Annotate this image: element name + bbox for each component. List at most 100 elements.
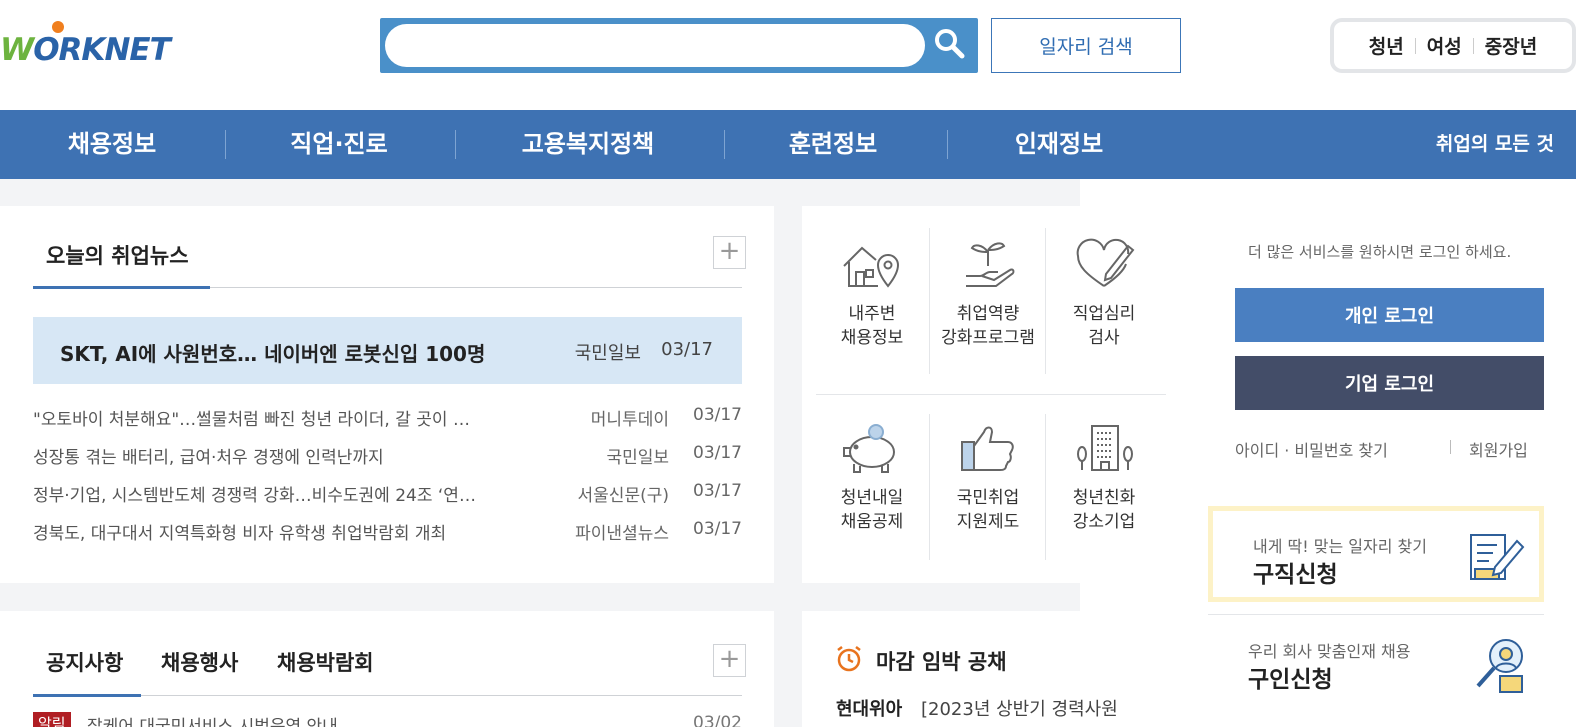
nav-divider xyxy=(225,130,226,159)
notice-panel: 공지사항 채용행사 채용박람회 + 알림 잡케어 대국민서비스 시범운영 안내 … xyxy=(0,611,774,727)
service-vocational-test[interactable]: 직업심리검사 xyxy=(1046,236,1162,350)
sprout-hand-icon xyxy=(966,242,1015,287)
notice-badge: 알림 xyxy=(33,712,71,727)
service-national-employment-support[interactable]: 국민취업 지원제도 xyxy=(930,420,1046,534)
news-item-date: 03/17 xyxy=(693,481,742,501)
news-item-date: 03/17 xyxy=(693,519,742,539)
service-label: 채용정보 xyxy=(840,328,904,348)
news-item-title: 성장통 겪는 배터리, 급여·처우 경쟁에 인력난까지 xyxy=(33,448,384,468)
nav-item-training[interactable]: 훈련정보 xyxy=(789,110,877,179)
deadline-title: 마감 임박 공채 xyxy=(876,650,1007,674)
logo-text: WORKNET xyxy=(0,32,171,68)
card-title: 구인신청 xyxy=(1248,667,1333,693)
search-box xyxy=(380,18,978,73)
headline-source: 국민일보 xyxy=(574,343,641,364)
deadline-job-title[interactable]: [2023년 상반기 경력사원 xyxy=(921,695,1118,721)
news-panel: 오늘의 취업뉴스 + SKT, AI에 사원번호… 네이버엔 로봇신입 100명… xyxy=(0,206,774,583)
notice-item[interactable]: 알림 잡케어 대국민서비스 시범운영 안내 03/02 xyxy=(33,712,742,727)
company-login-button[interactable]: 기업 로그인 xyxy=(1235,356,1544,410)
service-label: 취업역량 xyxy=(956,304,1020,324)
login-prompt: 더 많은 서비스를 원하시면 로그인 하세요. xyxy=(1248,243,1512,261)
news-item-title: 정부·기업, 시스템반도체 경쟁력 강화…비수도권에 24조 ‘연… xyxy=(33,486,476,506)
divider xyxy=(816,394,1166,395)
notice-more-button[interactable]: + xyxy=(713,644,746,677)
service-label: 강화프로그램 xyxy=(941,328,1035,348)
quick-service-panel: 내주변채용정보 취업역량강화프로그램 직업심리검사 청년내일채움공제 국민취업 지… xyxy=(802,206,1166,583)
news-item-date: 03/17 xyxy=(693,443,742,463)
document-pen-icon xyxy=(1470,534,1525,580)
service-label: 청년친화 xyxy=(1072,488,1136,508)
news-item-title: "오토바이 처분해요"…썰물처럼 빠진 청년 라이더, 갈 곳이 … xyxy=(33,410,470,430)
employer-application-card[interactable]: 우리 회사 맞춤인재 채용 구인신청 xyxy=(1208,616,1544,712)
news-item[interactable]: 정부·기업, 시스템반도체 경쟁력 강화…비수도권에 24조 ‘연… 서울신문(… xyxy=(33,478,742,508)
news-item-date: 03/17 xyxy=(693,405,742,425)
service-youth-savings[interactable]: 청년내일채움공제 xyxy=(814,420,930,534)
nav-divider xyxy=(455,130,456,159)
card-title: 구직신청 xyxy=(1253,562,1338,588)
piggy-bank-icon xyxy=(843,424,895,473)
nav-item-welfare[interactable]: 고용복지정책 xyxy=(522,110,654,179)
deadline-panel: 마감 임박 공채 현대위아 [2023년 상반기 경력사원 xyxy=(802,611,1118,727)
news-title[interactable]: 오늘의 취업뉴스 xyxy=(46,240,189,270)
search-button[interactable] xyxy=(928,24,972,67)
news-item-title: 경북도, 대구대서 지역특화형 비자 유학생 취업박람회 개최 xyxy=(33,524,447,544)
job-seeker-application-card[interactable]: 내게 딱! 맞는 일자리 찾기 구직신청 xyxy=(1208,506,1544,602)
tab-active-indicator xyxy=(33,694,141,697)
notice-item-date: 03/02 xyxy=(693,713,742,727)
service-label: 검사 xyxy=(1088,328,1120,348)
news-item-source: 머니투데이 xyxy=(590,410,669,430)
news-item-source: 서울신문(구) xyxy=(577,486,669,506)
news-item[interactable]: "오토바이 처분해요"…썰물처럼 빠진 청년 라이더, 갈 곳이 … 머니투데이… xyxy=(33,402,742,432)
headline-news[interactable]: SKT, AI에 사원번호… 네이버엔 로봇신입 100명 국민일보 03/17 xyxy=(33,317,742,384)
news-item[interactable]: 경북도, 대구대서 지역특화형 비자 유학생 취업박람회 개최 파이낸셜뉴스 0… xyxy=(33,516,742,546)
news-item-source: 파이낸셜뉴스 xyxy=(575,524,669,544)
signup-link[interactable]: 회원가입 xyxy=(1469,437,1528,461)
personal-login-button[interactable]: 개인 로그인 xyxy=(1235,288,1544,342)
notice-item-title: 잡케어 대국민서비스 시범운영 안내 xyxy=(87,717,338,727)
nav-divider xyxy=(724,130,725,159)
heart-pen-icon xyxy=(1076,238,1135,287)
tab-job-fairs[interactable]: 채용박람회 xyxy=(277,647,374,677)
thumbs-up-icon xyxy=(961,426,1014,471)
divider xyxy=(1450,440,1451,454)
main-nav: 채용정보 직업·진로 고용복지정책 훈련정보 인재정보 취업의 모든 것 xyxy=(0,110,1576,179)
nav-divider xyxy=(947,130,948,159)
nav-item-career[interactable]: 직업·진로 xyxy=(290,110,387,179)
target-group-selector: 청년 여성 중장년 xyxy=(1330,18,1576,73)
service-employability-program[interactable]: 취업역량강화프로그램 xyxy=(930,236,1046,350)
target-youth[interactable]: 청년 xyxy=(1358,32,1415,59)
service-label: 청년내일 xyxy=(840,488,904,508)
nav-all-menu[interactable]: 취업의 모든 것 xyxy=(1436,110,1554,179)
card-subtitle: 내게 딱! 맞는 일자리 찾기 xyxy=(1253,537,1427,556)
job-search-button[interactable]: 일자리 검색 xyxy=(991,18,1181,73)
service-label: 채움공제 xyxy=(840,512,904,532)
service-label: 강소기업 xyxy=(1072,512,1136,532)
tab-notice[interactable]: 공지사항 xyxy=(46,647,123,677)
worknet-logo[interactable]: WORKNET xyxy=(0,18,215,74)
nav-item-talent[interactable]: 인재정보 xyxy=(1015,110,1103,179)
target-women[interactable]: 여성 xyxy=(1416,32,1473,59)
service-youth-friendly-companies[interactable]: 청년친화강소기업 xyxy=(1046,420,1162,534)
tab-active-indicator xyxy=(33,286,210,289)
search-input[interactable] xyxy=(385,24,925,67)
news-item[interactable]: 성장통 겪는 배터리, 급여·처우 경쟁에 인력난까지 국민일보 03/17 xyxy=(33,440,742,470)
logo-letter-w: W xyxy=(0,32,34,68)
tab-hiring-events[interactable]: 채용행사 xyxy=(161,647,238,677)
service-label: 국민취업 xyxy=(956,488,1020,508)
nav-item-jobs[interactable]: 채용정보 xyxy=(68,110,156,179)
service-label: 내주변 xyxy=(848,304,896,324)
card-subtitle: 우리 회사 맞춤인재 채용 xyxy=(1248,642,1411,661)
logo-letters-orknet: ORKNET xyxy=(33,32,171,68)
service-nearby-jobs[interactable]: 내주변채용정보 xyxy=(814,236,930,350)
search-icon xyxy=(935,29,965,59)
service-label: 직업심리 xyxy=(1072,304,1136,324)
building-icon xyxy=(1077,425,1133,471)
divider xyxy=(1208,614,1544,615)
person-search-icon xyxy=(1476,639,1523,693)
target-middle-aged[interactable]: 중장년 xyxy=(1474,32,1548,59)
headline-title: SKT, AI에 사원번호… 네이버엔 로봇신입 100명 xyxy=(60,342,486,366)
deadline-company[interactable]: 현대위아 xyxy=(836,695,902,721)
news-item-source: 국민일보 xyxy=(606,448,669,468)
find-id-password-link[interactable]: 아이디 · 비밀번호 찾기 xyxy=(1235,437,1388,461)
news-more-button[interactable]: + xyxy=(713,236,746,269)
